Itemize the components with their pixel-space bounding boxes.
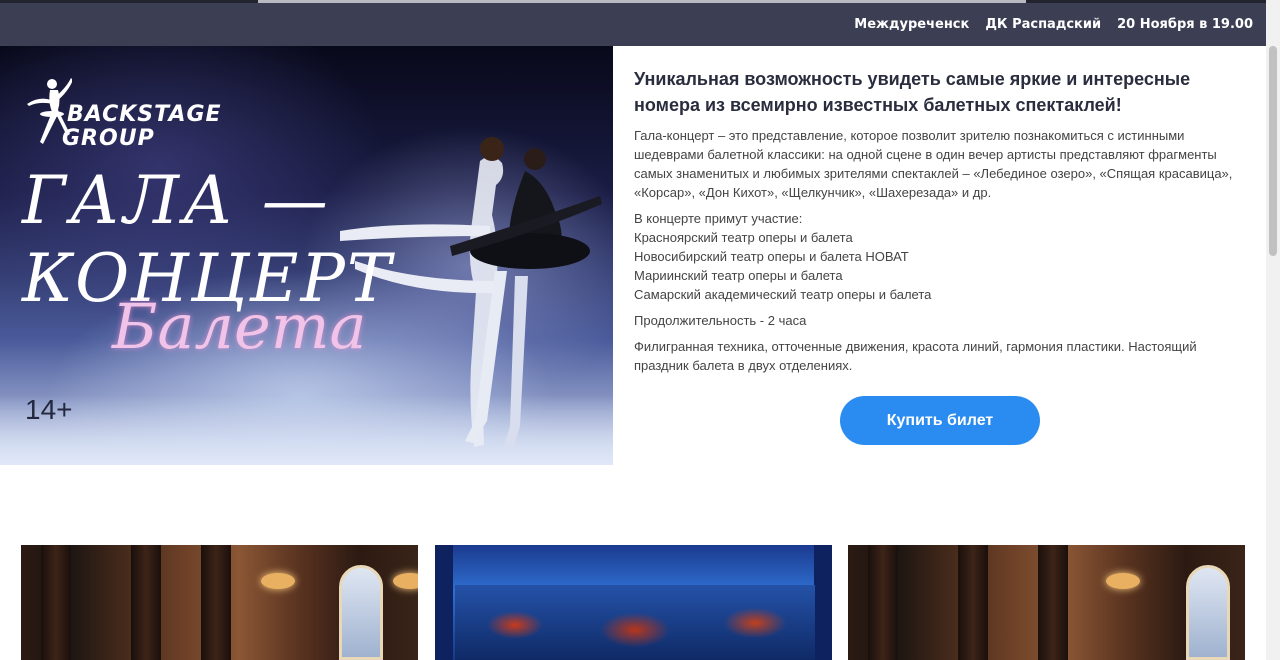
participant-item: Новосибирский театр оперы и балета НОВАТ [634,249,909,264]
participant-item: Самарский академический театр оперы и ба… [634,287,932,302]
participant-item: Красноярский театр оперы и балета [634,230,853,245]
logo-text-backstage: BACKSTAGE [67,102,222,127]
event-city: Междуреченск [854,17,970,32]
gallery-photo[interactable] [435,545,832,660]
event-duration: Продолжительность - 2 часа [634,313,807,328]
page-scrollbar[interactable] [1266,0,1280,660]
participants-list: В концерте примут участие: Красноярский … [634,209,1244,304]
event-venue: ДК Распадский [985,17,1102,32]
event-poster: BACKSTAGE GROUP ГАЛА — КОНЦЕРТ Балета 14… [0,46,613,465]
participants-title: В концерте примут участие: [634,211,803,226]
event-date-time: 20 Ноября в 19.00 [1117,17,1253,32]
event-description-text: Гала-концерт – это представление, которо… [634,128,1233,200]
event-closing-text: Филигранная техника, отточенные движения… [634,339,1197,373]
event-info-bar: Междуреченск ДК Распадский 20 Ноября в 1… [0,3,1266,46]
scrollbar-thumb[interactable] [1269,46,1277,256]
gallery-photo[interactable] [21,545,418,660]
event-description: Уникальная возможность увидеть самые ярк… [634,66,1244,382]
age-rating: 14+ [25,394,73,425]
buy-ticket-button[interactable]: Купить билет [840,396,1040,445]
poster-title-ballet: Балета [112,290,367,363]
backstage-group-logo: BACKSTAGE GROUP [22,74,222,154]
poster-title-gala: ГАЛА — [22,162,332,239]
participant-item: Мариинский театр оперы и балета [634,268,843,283]
gallery-photo[interactable] [848,545,1245,660]
event-headline: Уникальная возможность увидеть самые ярк… [634,69,1191,115]
logo-text-group: GROUP [62,126,155,151]
